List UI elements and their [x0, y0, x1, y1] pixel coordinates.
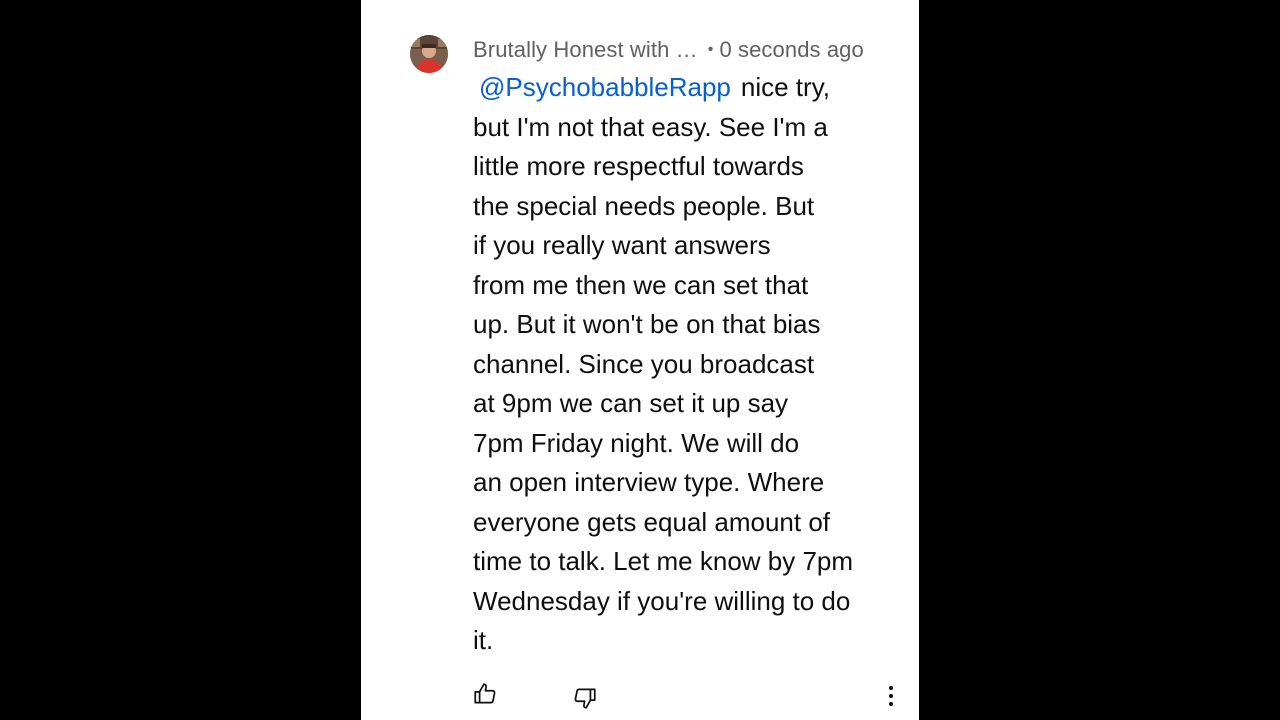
- comment-line-15: it.: [473, 625, 494, 655]
- comment-line-14: Wednesday if you're willing to do: [473, 585, 851, 616]
- comment-line-2: but I'm not that easy. See I'm a: [473, 111, 828, 142]
- comment-panel: Brutally Honest with … • 0 seconds ago @…: [361, 0, 919, 720]
- comment-line-1: @PsychobabbleRapp nice try,: [473, 68, 898, 108]
- comment-line-11: an open interview type. Where: [473, 467, 825, 497]
- comment-line-4: the special needs people. But: [473, 190, 815, 221]
- avatar[interactable]: [410, 35, 448, 73]
- like-button[interactable]: [467, 676, 503, 712]
- comment-line-13: time to talk. Let me know by 7pm: [473, 546, 854, 576]
- meta-separator: •: [707, 41, 714, 58]
- comment-text: @PsychobabbleRapp nice try, but I'm not t…: [473, 68, 898, 661]
- thumbs-down-icon: [574, 688, 596, 709]
- comment-line-10: 7pm Friday night. We will do: [473, 427, 800, 458]
- author-name[interactable]: Brutally Honest with …: [473, 37, 698, 63]
- comment-line-3: little more respectful towards: [473, 151, 804, 181]
- comment-header: Brutally Honest with … • 0 seconds ago: [473, 35, 903, 65]
- comment-line-6: from me then we can set that: [473, 269, 809, 300]
- more-vertical-icon: [889, 686, 893, 706]
- comment-line-8: channel. Since you broadcast: [473, 348, 815, 379]
- comment-timestamp[interactable]: 0 seconds ago: [719, 37, 863, 63]
- comment-line-12: everyone gets equal amount of: [473, 506, 831, 537]
- user-mention-link[interactable]: @PsychobabbleRapp: [479, 72, 731, 102]
- thumbs-up-icon: [474, 683, 496, 704]
- dislike-button[interactable]: [567, 680, 603, 716]
- comment-line-7: up. But it won't be on that bias: [473, 309, 821, 339]
- comment-line-5: if you really want answers: [473, 230, 771, 260]
- comment-line-text: nice try,: [740, 72, 830, 102]
- comment-line-9: at 9pm we can set it up say: [473, 388, 789, 418]
- comment-actions: [361, 676, 919, 714]
- more-options-button[interactable]: [873, 678, 909, 714]
